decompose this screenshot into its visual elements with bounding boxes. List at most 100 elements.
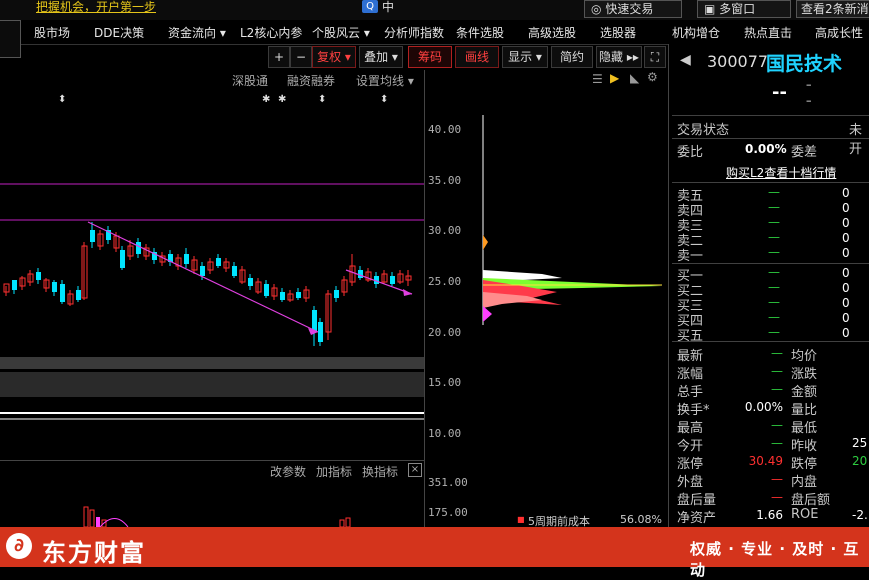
price-tick: 30.00 — [428, 224, 462, 237]
multi-window-button[interactable]: ▣ 多窗口 — [697, 0, 791, 18]
notification-button[interactable]: 查看2条新消 — [796, 0, 869, 18]
price-tick: 35.00 — [428, 174, 462, 187]
stat-label: 今开 — [677, 439, 704, 454]
candle-body — [136, 242, 141, 254]
orderbook-price: — — [768, 185, 780, 199]
chip-button[interactable]: 筹码 — [408, 46, 452, 68]
orderbook-price: — — [768, 245, 780, 259]
price-dash: -- — [772, 82, 787, 103]
buy-l2-link[interactable]: 购买L2查看十档行情 — [726, 164, 836, 181]
quick-trade-button[interactable]: ◎ 快速交易F12 — [584, 0, 682, 32]
add-indicator-button[interactable]: 加指标 — [316, 463, 352, 480]
chevron-left-icon[interactable]: ◀ — [680, 52, 691, 68]
orderbook-price: — — [768, 295, 780, 309]
trend-line — [87, 221, 319, 333]
fullscreen-icon[interactable]: ⛶ — [644, 46, 666, 68]
menu-market[interactable]: 股市场 — [34, 24, 70, 41]
simple-button[interactable]: 简约 — [551, 46, 593, 68]
language-selector[interactable]: 中 — [382, 0, 394, 14]
candle-body — [60, 284, 65, 302]
triangle-icon[interactable]: ◣ — [630, 71, 639, 85]
bar-style-icon[interactable]: ☰ — [592, 72, 603, 86]
panel-divider — [0, 460, 424, 461]
candle-body — [280, 292, 285, 300]
candle-body — [184, 254, 189, 264]
switch-indicator-button[interactable]: 换指标 — [362, 463, 398, 480]
orderbook-price: — — [768, 325, 780, 339]
stat-value-2: -2.1 — [852, 508, 869, 522]
menu-l2-core[interactable]: L2核心内参 — [240, 24, 302, 41]
candle-body — [36, 272, 41, 280]
brand-name: 东方财富 — [42, 539, 146, 567]
menu-dde[interactable]: DDE决策 — [94, 24, 144, 41]
volume-chart — [83, 506, 351, 527]
weibi-value: 0.00% — [745, 142, 787, 156]
close-icon[interactable]: × — [408, 463, 422, 477]
brand-slogan: 权威 · 专业 · 及时 · 互动 — [690, 540, 860, 579]
menu-hotspot[interactable]: 热点直击 — [744, 24, 792, 41]
orderbook-volume: 0 — [842, 281, 850, 295]
q-logo-icon[interactable]: Q — [362, 0, 378, 13]
menu-stock-picker[interactable]: 选股器 — [600, 24, 636, 41]
orderbook-volume: 0 — [842, 266, 850, 280]
chevron-down-icon: ▾ — [341, 50, 351, 64]
stat-label: 总手 — [677, 385, 704, 400]
flag-icon[interactable]: ▶ — [610, 71, 619, 85]
stat-label-2: 均价 — [791, 349, 818, 364]
candle-body — [120, 250, 125, 268]
menu-stock-news[interactable]: 个股风云 ▾ — [312, 24, 370, 41]
gear-icon[interactable]: ⚙ — [647, 70, 658, 84]
orderbook-price: — — [768, 265, 780, 279]
price-tick: 20.00 — [428, 326, 462, 339]
menu-advanced-screen[interactable]: 高级选股 — [528, 24, 576, 41]
candle-body — [312, 310, 317, 332]
fuquan-dropdown[interactable]: 复权 ▾ — [312, 46, 356, 68]
stat-label: 外盘 — [677, 475, 704, 490]
divider — [672, 115, 869, 116]
left-panel-edge[interactable] — [0, 20, 21, 58]
menu-high-growth[interactable]: 高成长性 — [815, 24, 863, 41]
change-dash: – — [806, 78, 812, 91]
hide-button[interactable]: 隐藏 ▸▸ — [596, 46, 642, 68]
orderbook-volume: 0 — [842, 326, 850, 340]
promo-link[interactable]: 把握机会，开户第一步 — [36, 0, 156, 14]
menu-institutional[interactable]: 机构增仓 — [672, 24, 720, 41]
candle-body — [390, 276, 395, 284]
trend-arrow-icon — [403, 289, 412, 296]
chevron-down-icon: ▾ — [532, 50, 542, 64]
double-arrow-right-icon: ▸▸ — [623, 50, 639, 64]
display-dropdown[interactable]: 显示 ▾ — [502, 46, 548, 68]
kline-chart[interactable]: ⬍ ✱ ✱ ⬍ ⬍ — [0, 70, 424, 460]
divider — [672, 182, 869, 183]
edit-params-button[interactable]: 改参数 — [270, 463, 306, 480]
price-tick: 15.00 — [428, 376, 462, 389]
candle-body — [90, 230, 95, 242]
stat-label: 最高 — [677, 421, 704, 436]
search-icon: ◎ — [591, 2, 602, 16]
candle-body — [12, 280, 17, 290]
weibi-label: 委比 — [677, 145, 704, 160]
orderbook-volume: 0 — [842, 311, 850, 325]
zoom-out-button[interactable]: − — [290, 46, 312, 68]
menu-conditional-screen[interactable]: 条件选股 — [456, 24, 504, 41]
draw-line-button[interactable]: 画线 — [455, 46, 499, 68]
stat-value: — — [771, 436, 783, 450]
stat-value: 0.00% — [744, 400, 783, 414]
stat-label: 盘后量 — [677, 493, 717, 508]
change-pct-dash: – — [806, 94, 812, 107]
stat-label-2: 量比 — [791, 403, 818, 418]
menu-analyst-index[interactable]: 分析师指数 — [384, 24, 444, 41]
zoom-in-button[interactable]: + — [268, 46, 290, 68]
stat-label-2: 跌停 — [791, 457, 818, 472]
price-tick: 10.00 — [428, 427, 462, 440]
candle-body — [76, 290, 81, 300]
candle-body — [232, 266, 237, 276]
menu-capital-flow[interactable]: 资金流向 ▾ — [168, 24, 226, 41]
chevron-down-icon: ▾ — [388, 50, 398, 64]
orderbook-volume: 0 — [842, 186, 850, 200]
stat-value: — — [771, 472, 783, 486]
legend-marker-icon: ■ — [517, 515, 525, 524]
overlay-dropdown[interactable]: 叠加 ▾ — [359, 46, 403, 68]
orderbook-price: — — [768, 310, 780, 324]
orderbook-volume: 0 — [842, 201, 850, 215]
